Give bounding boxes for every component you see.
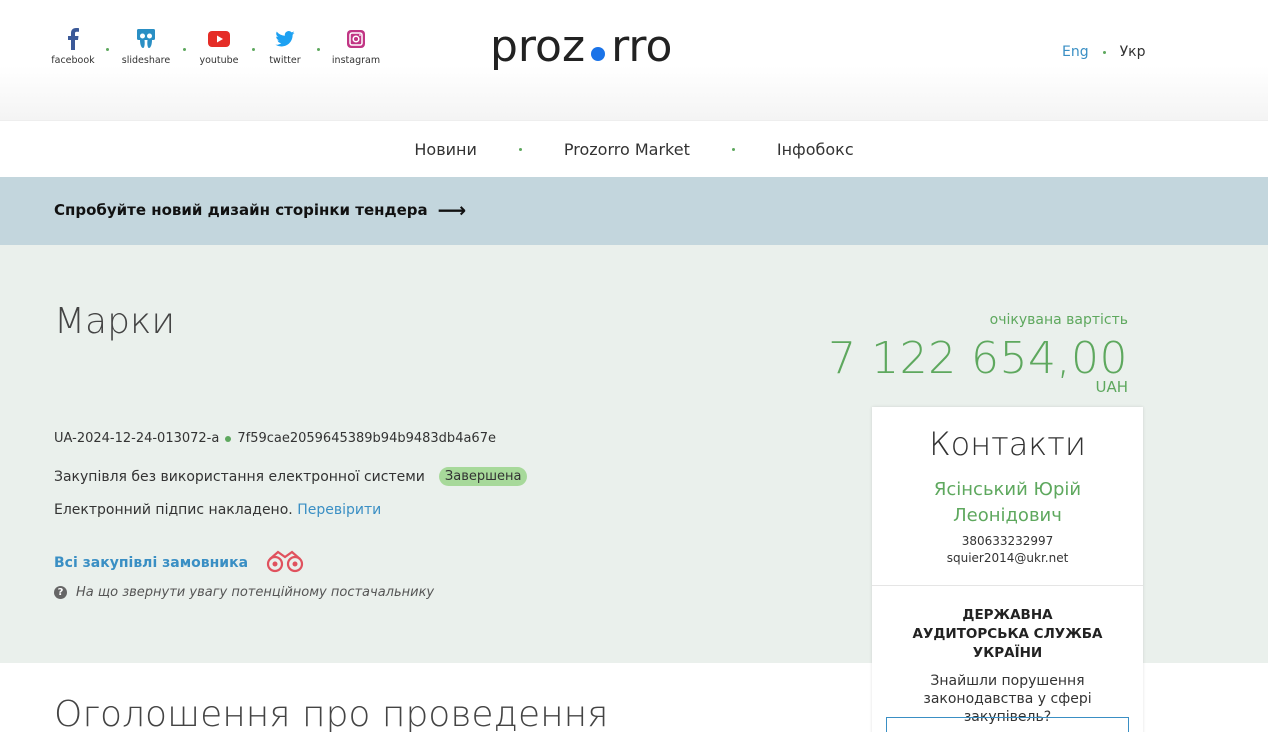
tip-text: На що звернути увагу потенційному постач…: [76, 585, 435, 600]
logo-text-left: proz: [490, 21, 586, 72]
report-violation-button[interactable]: [886, 717, 1129, 732]
separator-dot: [317, 48, 320, 51]
all-procurements-link[interactable]: Всі закупівлі замовника: [54, 555, 248, 571]
page-title: Марки: [54, 301, 176, 342]
expected-value: 7 122 654,00: [828, 333, 1128, 384]
facebook-icon: [67, 26, 79, 52]
separator-dot: [1102, 50, 1106, 54]
social-instagram[interactable]: instagram: [328, 26, 384, 66]
social-label: twitter: [269, 55, 301, 66]
currency-label: UAH: [1095, 378, 1128, 396]
procedure-row: Закупівля без використання електронної с…: [54, 467, 528, 486]
banner-text: Спробуйте новий дизайн сторінки тендера: [54, 201, 428, 219]
lang-uk-link[interactable]: Укр: [1120, 44, 1146, 60]
new-design-link[interactable]: Спробуйте новий дизайн сторінки тендера …: [54, 198, 467, 222]
lang-en-link[interactable]: Eng: [1062, 44, 1089, 60]
social-youtube[interactable]: youtube: [194, 26, 244, 66]
site-header: facebook slideshare youtube twitter inst…: [0, 0, 1268, 120]
contact-phone[interactable]: 380633232997: [872, 534, 1143, 548]
language-switcher: Eng Укр: [1062, 44, 1145, 60]
separator-dot: [106, 48, 109, 51]
expected-value-label: очікувана вартість: [989, 312, 1128, 328]
separator-dot: [518, 147, 522, 151]
separator-dot: [731, 147, 735, 151]
main-nav: Новини Prozorro Market Інфобокс: [0, 120, 1268, 177]
new-design-banner: Спробуйте новий дизайн сторінки тендера …: [0, 177, 1268, 245]
slideshare-icon: [136, 26, 156, 52]
dasu-title: ДЕРЖАВНА АУДИТОРСЬКА СЛУЖБА УКРАЇНИ: [912, 607, 1103, 661]
signature-row: Електронний підпис накладено. Перевірити: [54, 502, 381, 518]
section-title: Оголошення про проведення: [54, 694, 609, 732]
binoculars-icon[interactable]: [264, 549, 306, 577]
question-icon: ?: [54, 586, 67, 599]
social-label: instagram: [331, 55, 381, 66]
tender-hash: 7f59cae2059645389b94b9483db4a67e: [237, 431, 496, 446]
procedure-type: Закупівля без використання електронної с…: [54, 468, 425, 485]
logo-dot: [591, 46, 606, 61]
instagram-icon: [347, 26, 365, 52]
separator-dot: [225, 435, 232, 442]
nav-item-news[interactable]: Новини: [414, 140, 477, 159]
nav-item-infobox[interactable]: Інфобокс: [777, 140, 854, 159]
social-links: facebook slideshare youtube twitter inst…: [48, 26, 384, 66]
social-label: slideshare: [121, 55, 171, 66]
youtube-icon: [208, 26, 230, 52]
twitter-icon: [275, 26, 295, 52]
social-label: facebook: [51, 55, 95, 66]
social-slideshare[interactable]: slideshare: [117, 26, 175, 66]
arrow-right-icon: ⟶: [437, 198, 467, 222]
prozorro-logo[interactable]: proz rro: [490, 22, 716, 78]
all-procurements-row: Всі закупівлі замовника: [54, 549, 306, 577]
tender-id: UA-2024-12-24-013072-a: [54, 431, 220, 446]
contacts-title: Контакти: [929, 425, 1086, 463]
contact-email[interactable]: squier2014@ukr.net: [872, 551, 1143, 565]
separator-dot: [183, 48, 186, 51]
verify-signature-link[interactable]: Перевірити: [297, 502, 381, 518]
signature-text: Електронний підпис накладено.: [54, 502, 293, 518]
social-facebook[interactable]: facebook: [48, 26, 98, 66]
contact-name: Ясінський Юрій Леонідович: [933, 479, 1082, 526]
divider: [872, 585, 1143, 586]
supplier-tip[interactable]: ? На що звернути увагу потенційному пост…: [54, 585, 434, 600]
social-twitter[interactable]: twitter: [263, 26, 307, 66]
contacts-card: Контакти Ясінський Юрій Леонідович 38063…: [872, 407, 1143, 732]
status-badge: Завершена: [438, 467, 528, 486]
separator-dot: [252, 48, 255, 51]
social-label: youtube: [199, 55, 239, 66]
tender-id-row: UA-2024-12-24-013072-a 7f59cae2059645389…: [54, 431, 496, 446]
logo-text-right: rro: [611, 21, 673, 72]
nav-item-market[interactable]: Prozorro Market: [564, 140, 690, 159]
page: facebook slideshare youtube twitter inst…: [0, 0, 1268, 732]
